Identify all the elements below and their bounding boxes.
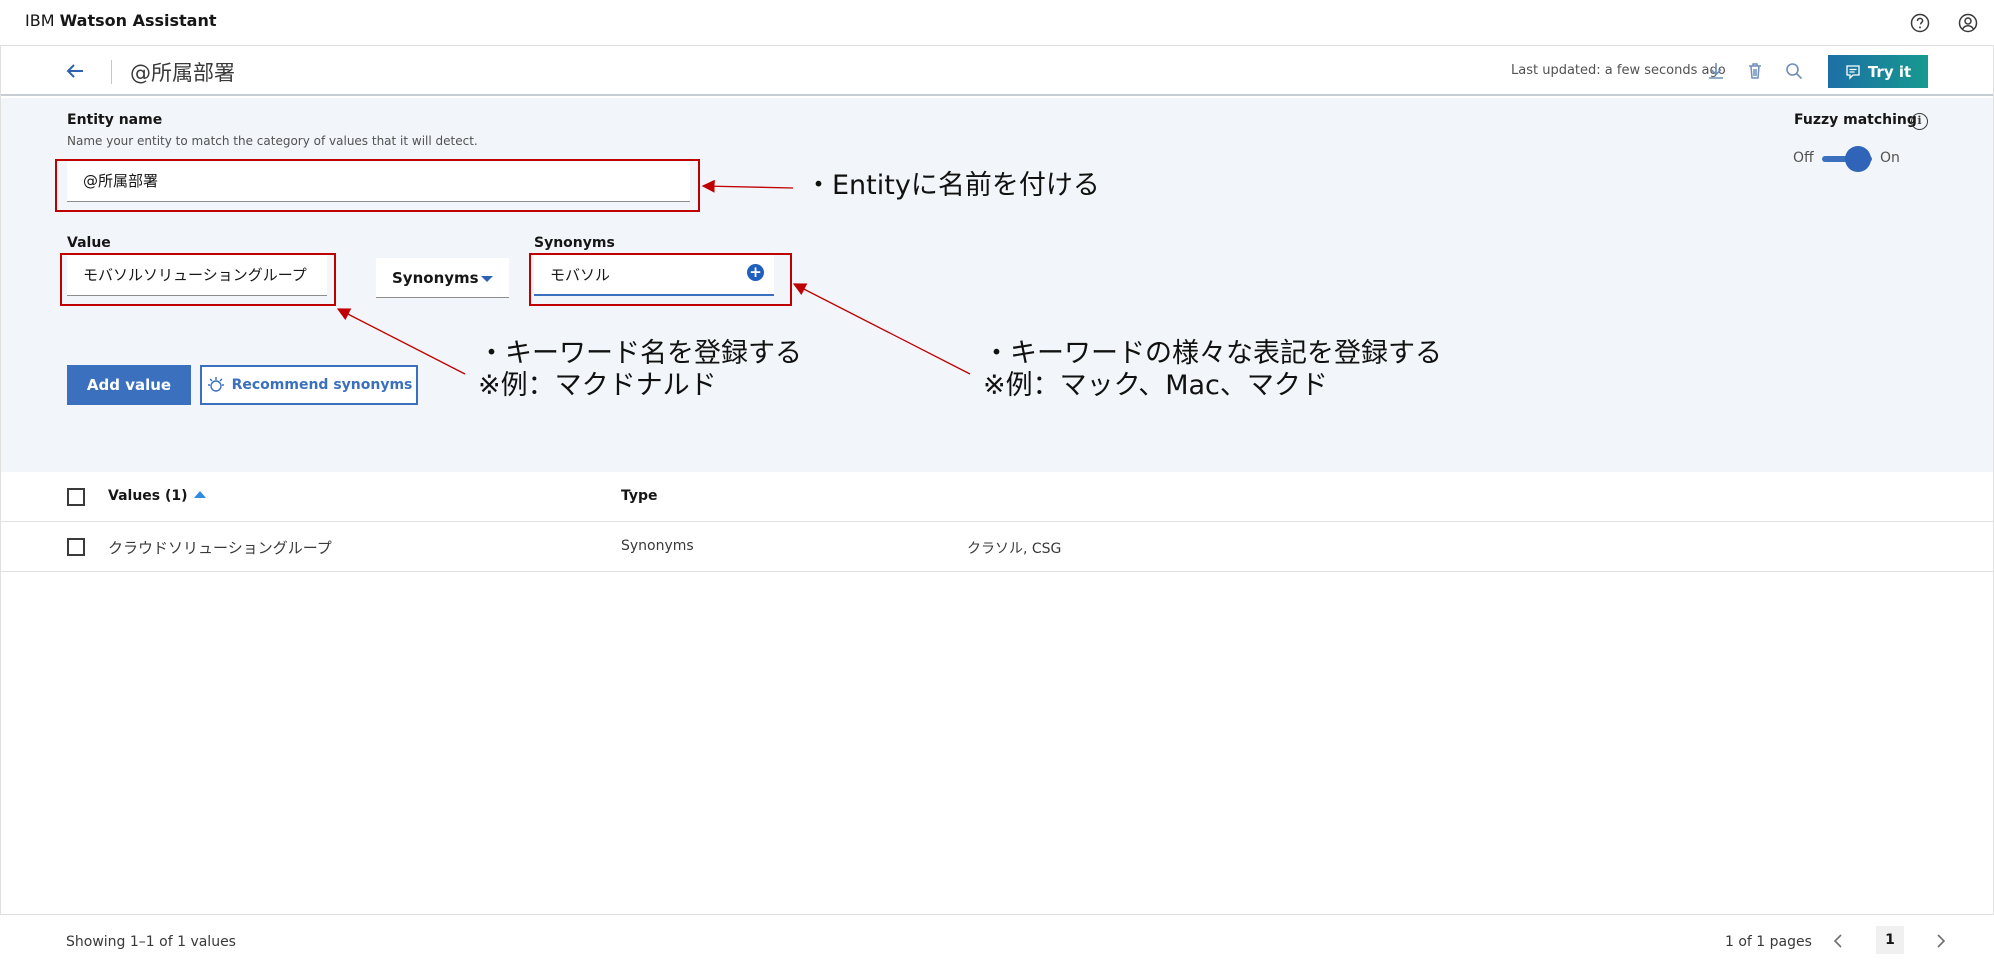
user-avatar-icon[interactable] <box>1957 12 1979 34</box>
type-column-header: Type <box>621 488 658 504</box>
chat-icon <box>1846 64 1860 80</box>
toggle-on-label: On <box>1880 150 1900 166</box>
type-dropdown-value: Synonyms <box>392 268 479 287</box>
type-dropdown[interactable]: Synonyms <box>376 258 509 298</box>
fuzzy-matching-toggle[interactable] <box>1822 145 1874 173</box>
sort-ascending-icon[interactable] <box>193 491 206 498</box>
header-divider <box>111 60 112 84</box>
annotation-keyword-line1: ・キーワード名を登録する <box>478 338 802 369</box>
entity-form: Entity name Name your entity to match th… <box>0 98 1994 472</box>
app-brand[interactable]: IBM Watson Assistant <box>25 11 217 30</box>
search-icon[interactable] <box>1782 59 1806 83</box>
page-number-current[interactable]: 1 <box>1876 926 1904 954</box>
entity-name-label: Entity name <box>67 112 163 128</box>
row-type: Synonyms <box>621 538 694 554</box>
entity-name-help: Name your entity to match the category o… <box>67 134 478 148</box>
value-input[interactable]: モバソルソリューショングループ <box>67 254 327 296</box>
select-all-checkbox[interactable] <box>67 488 85 506</box>
toggle-knob <box>1845 146 1871 172</box>
try-it-label: Try it <box>1867 62 1912 81</box>
values-column-label: Values (1) <box>108 488 188 504</box>
page-title: @所属部署 <box>130 61 235 85</box>
entity-header: @所属部署 Last updated: a few seconds ago Tr… <box>0 46 1994 96</box>
annotation-entity-name: ・Entityに名前を付ける <box>805 170 1100 201</box>
top-app-bar: IBM Watson Assistant <box>0 0 1994 46</box>
watson-icon <box>207 377 224 392</box>
chevron-down-icon <box>481 276 493 282</box>
last-updated-text: Last updated: a few seconds ago <box>1511 63 1726 78</box>
toggle-off-label: Off <box>1793 150 1814 166</box>
table-row[interactable]: クラウドソリューショングループ Synonyms クラソル, CSG <box>0 522 1994 572</box>
synonyms-input[interactable]: モバソル + <box>534 254 774 296</box>
info-icon[interactable]: i <box>1911 113 1928 130</box>
row-value[interactable]: クラウドソリューショングループ <box>108 537 332 558</box>
recommend-synonyms-label: Recommend synonyms <box>231 377 413 393</box>
annotation-synonym-line2: ※例：マック、Mac、マクド <box>983 370 1328 401</box>
annotation-keyword-line2: ※例：マクドナルド <box>478 370 717 401</box>
fuzzy-matching-label: Fuzzy matching <box>1794 112 1917 128</box>
left-border <box>0 46 1 966</box>
brand-name: Watson Assistant <box>59 11 217 30</box>
pagination-footer: Showing 1–1 of 1 values 1 of 1 pages 1 <box>0 914 1994 966</box>
row-synonyms: クラソル, CSG <box>967 541 1062 557</box>
brand-prefix: IBM <box>25 11 55 30</box>
values-column-header[interactable]: Values (1) <box>108 488 206 504</box>
entity-name-input[interactable]: @所属部署 <box>67 160 690 202</box>
synonyms-label: Synonyms <box>534 235 615 251</box>
row-checkbox[interactable] <box>67 538 85 556</box>
showing-count: Showing 1–1 of 1 values <box>66 934 236 950</box>
chevron-left-icon[interactable] <box>1827 929 1851 953</box>
back-arrow-icon[interactable] <box>63 58 89 84</box>
chevron-right-icon[interactable] <box>1928 929 1952 953</box>
add-value-button[interactable]: Add value <box>67 365 191 405</box>
trash-icon[interactable] <box>1743 59 1767 83</box>
download-icon[interactable] <box>1704 59 1728 83</box>
value-label: Value <box>67 235 111 251</box>
values-table-header: Values (1) Type <box>0 472 1994 522</box>
try-it-button[interactable]: Try it <box>1828 55 1928 88</box>
pages-count: 1 of 1 pages <box>1725 934 1812 950</box>
synonyms-input-value: モバソル <box>550 265 611 284</box>
annotation-synonym-line1: ・キーワードの様々な表記を登録する <box>983 338 1442 369</box>
add-synonym-icon[interactable]: + <box>747 264 764 281</box>
help-icon[interactable] <box>1909 12 1931 34</box>
recommend-synonyms-button[interactable]: Recommend synonyms <box>200 365 418 405</box>
